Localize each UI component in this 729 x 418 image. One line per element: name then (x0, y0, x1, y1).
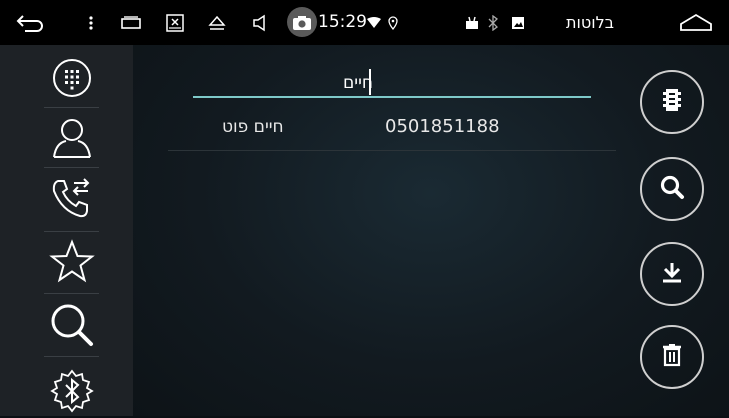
eject-icon[interactable] (206, 0, 228, 45)
favorites-icon[interactable] (44, 234, 99, 289)
search-button[interactable] (640, 157, 704, 221)
rail-divider (44, 231, 99, 232)
image-icon (510, 0, 526, 45)
screenshot-close-icon[interactable] (164, 0, 186, 45)
download-button[interactable] (640, 242, 704, 306)
search-icon (659, 174, 685, 204)
bluetooth-icon (486, 0, 500, 45)
status-bar: 15:29 בלוטות (0, 0, 729, 45)
wifi-icon (367, 0, 381, 45)
rail-divider (44, 293, 99, 294)
contact-number: 0501851188 (385, 116, 500, 137)
delete-icon (661, 343, 683, 371)
camera-icon[interactable] (290, 0, 314, 45)
rail-divider (44, 356, 99, 357)
recent-apps-icon[interactable] (120, 0, 142, 45)
text-caret (369, 69, 371, 95)
sync-phonebook-button[interactable] (640, 70, 704, 134)
sync-phonebook-icon (659, 87, 685, 117)
call-log-icon[interactable] (44, 169, 99, 224)
download-icon (660, 260, 684, 288)
search-tab-icon[interactable] (44, 297, 99, 352)
contact-name: חיים פוט (222, 117, 284, 137)
usb-debug-icon (464, 0, 480, 45)
rail-divider (44, 167, 99, 168)
more-menu-icon[interactable] (84, 0, 98, 45)
dialpad-icon[interactable] (44, 50, 99, 105)
back-icon[interactable] (12, 0, 48, 45)
left-nav-rail (0, 45, 133, 416)
contacts-icon[interactable] (44, 109, 99, 164)
home-icon[interactable] (676, 0, 716, 45)
app-title: בלוטות (566, 13, 614, 32)
volume-icon[interactable] (250, 0, 270, 45)
search-underline (193, 96, 591, 98)
location-icon (387, 0, 399, 45)
bluetooth-settings-icon[interactable] (44, 363, 99, 418)
delete-button[interactable] (640, 325, 704, 389)
clock: 15:29 (318, 12, 367, 32)
rail-divider (44, 107, 99, 108)
